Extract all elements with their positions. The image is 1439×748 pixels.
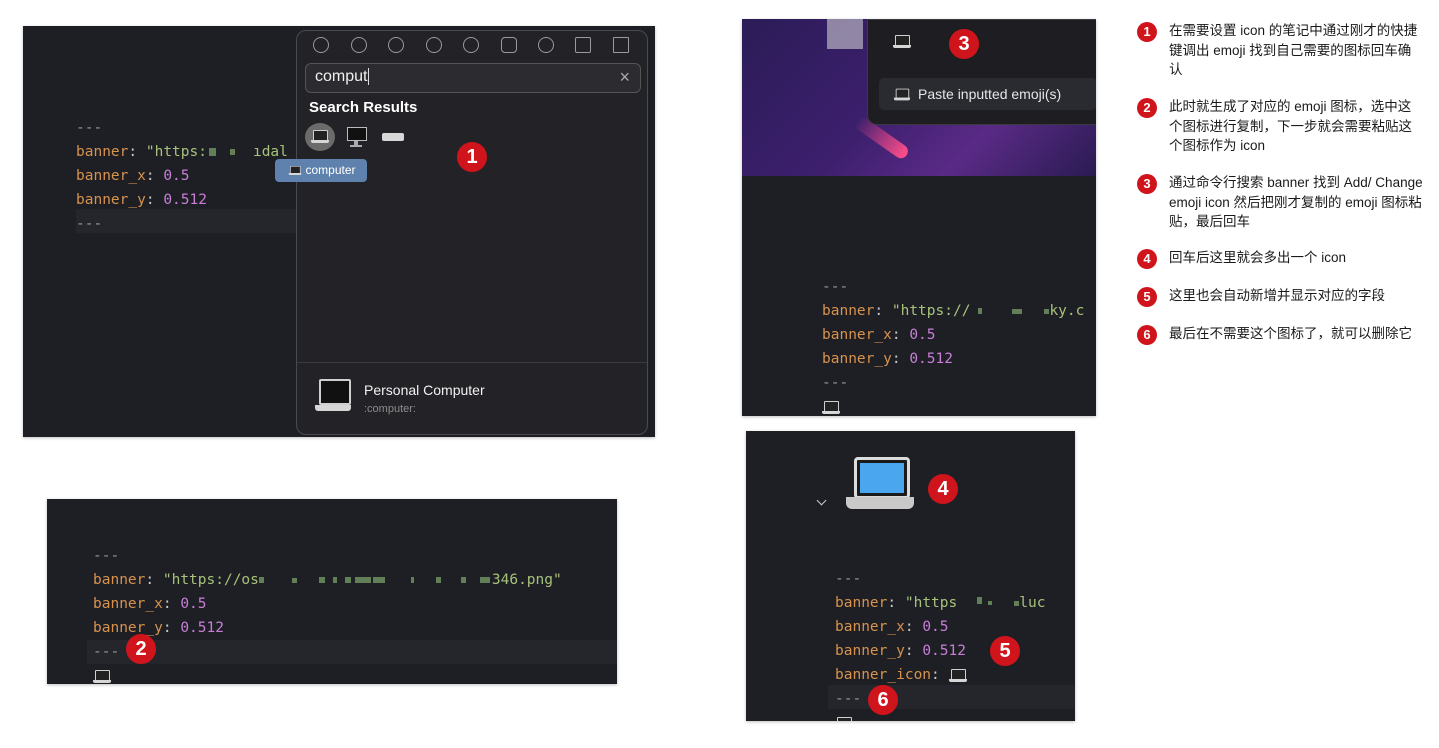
- frontmatter-code: --- banner: "https luc banner_x: 0.5 bann…: [835, 543, 1045, 721]
- laptop-icon: [311, 130, 329, 143]
- step-badge-4: 4: [928, 474, 958, 504]
- laptop-emoji-icon[interactable]: [822, 400, 840, 414]
- emoji-detail: Personal Computer :computer:: [297, 362, 647, 435]
- laptop-icon: [289, 166, 302, 176]
- banner-x-value: 0.5: [163, 168, 190, 184]
- search-results-heading: Search Results: [309, 99, 418, 116]
- step-badge-6: 6: [868, 685, 898, 715]
- laptop-emoji-icon[interactable]: [835, 716, 853, 721]
- step-badge-5: 5: [990, 636, 1020, 666]
- laptop-icon: [893, 88, 911, 101]
- frontmatter-start: ---: [76, 120, 103, 136]
- banner-y-value: 0.512: [163, 192, 207, 208]
- editor-panel-1: --- banner: "https: ıdal banner_x: 0.5 ba…: [23, 26, 655, 437]
- emoji-search-input[interactable]: comput ×: [305, 63, 641, 93]
- emoji-result-desktop[interactable]: [345, 127, 367, 147]
- object-icon[interactable]: [538, 37, 554, 53]
- collapse-chevron-icon[interactable]: [816, 495, 827, 506]
- frontmatter-code: --- banner: "https: ıdal banner_x: 0.5 ba…: [76, 120, 288, 232]
- laptop-large-icon: [315, 379, 351, 415]
- emoji-result-computer[interactable]: [305, 123, 335, 151]
- animal-icon[interactable]: [388, 37, 404, 53]
- symbol-icon[interactable]: [575, 37, 591, 53]
- editor-panel-3: Paste inputted emoji(s) --- banner: "htt…: [742, 19, 1096, 416]
- editor-panel-4: --- banner: "https luc banner_x: 0.5 bann…: [746, 431, 1075, 721]
- smiley-icon[interactable]: [351, 37, 367, 53]
- banner-image: Paste inputted emoji(s): [742, 19, 1096, 176]
- recent-icon[interactable]: [313, 37, 329, 53]
- step-badge-1: 1: [457, 142, 487, 172]
- laptop-emoji-icon: [893, 35, 911, 48]
- banner-url: "https: [904, 595, 958, 611]
- emoji-category-bar: [297, 31, 647, 61]
- paste-emoji-button[interactable]: Paste inputted emoji(s): [879, 78, 1096, 110]
- banner-y-key: banner_y: [76, 192, 146, 208]
- emoji-result-keyboard[interactable]: [382, 133, 404, 141]
- banner-icon-value-icon: [948, 668, 967, 682]
- emoji-detail-name: Personal Computer: [364, 382, 485, 398]
- banner-key: banner: [76, 144, 129, 160]
- banner-url: "https:: [145, 144, 207, 160]
- command-palette[interactable]: Paste inputted emoji(s): [867, 19, 1096, 125]
- laptop-emoji-icon[interactable]: [93, 669, 111, 683]
- emoji-picker[interactable]: comput × Search Results computer Persona…: [275, 30, 648, 435]
- search-query: comput: [315, 68, 368, 85]
- frontmatter-code: --- banner: "https://os 346.png" banner_x…: [93, 520, 562, 684]
- travel-icon[interactable]: [501, 37, 517, 53]
- step-badge-2: 2: [126, 634, 156, 664]
- paste-emoji-label: Paste inputted emoji(s): [918, 86, 1062, 102]
- food-icon[interactable]: [426, 37, 442, 53]
- clear-search-icon[interactable]: ×: [619, 67, 630, 88]
- emoji-detail-shortcode: :computer:: [364, 403, 416, 415]
- activity-icon[interactable]: [463, 37, 479, 53]
- frontmatter-end: ---: [76, 216, 103, 232]
- banner-url: "https://os: [162, 572, 259, 588]
- flag-icon[interactable]: [613, 37, 629, 53]
- emoji-tooltip: computer: [275, 159, 367, 182]
- banner-icon-key: banner_icon: [835, 667, 932, 683]
- note-icon-laptop[interactable]: [846, 457, 916, 515]
- banner-url: "https://: [891, 303, 971, 319]
- step-badge-3: 3: [949, 29, 979, 59]
- banner-x-key: banner_x: [76, 168, 146, 184]
- frontmatter-code: --- banner: "https://ky.c banner_x: 0.5 …: [822, 251, 1084, 416]
